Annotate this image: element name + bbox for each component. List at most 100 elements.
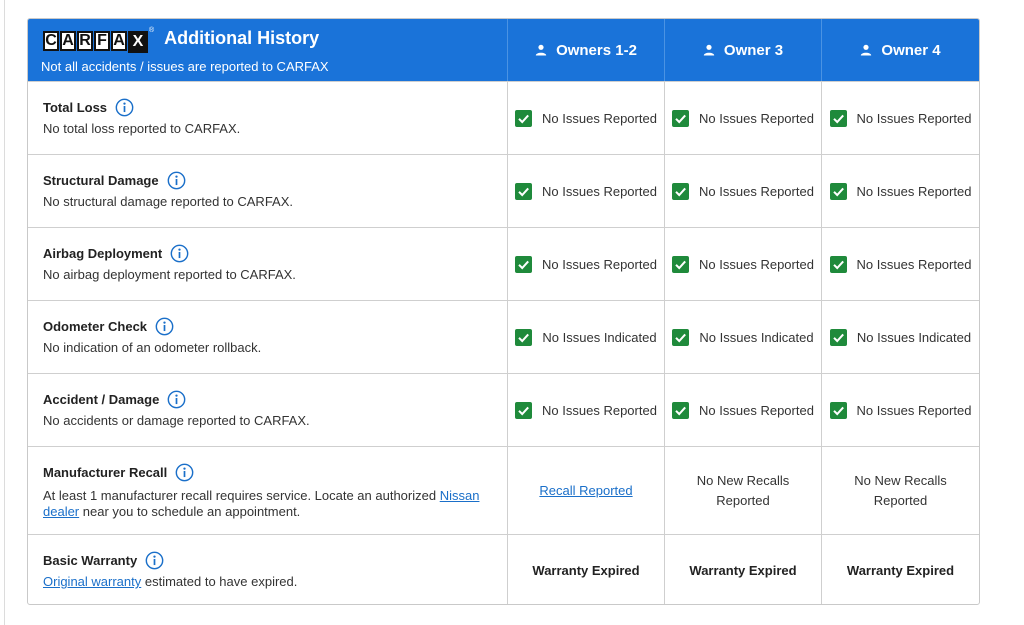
info-icon[interactable] <box>167 390 186 409</box>
recall-reported-link[interactable]: Recall Reported <box>539 483 632 498</box>
row-title-text: Manufacturer Recall <box>43 465 168 480</box>
status-cell: No Issues Reported <box>665 374 822 446</box>
status-cell: No Issues Reported <box>508 228 665 300</box>
row-title: Structural Damage <box>43 171 497 190</box>
row-title-text: Structural Damage <box>43 173 159 188</box>
status-cell: Recall Reported <box>508 447 665 534</box>
status-cell: No Issues Reported <box>822 228 979 300</box>
table-header: C A R F A X ® Additional History Not all… <box>28 19 979 81</box>
logo-letter: A <box>111 30 127 51</box>
status-text: No Issues Reported <box>856 183 972 199</box>
row-description-cell: Odometer Check No indication of an odome… <box>28 301 508 373</box>
row-title: Total Loss <box>43 98 497 117</box>
info-icon[interactable] <box>155 317 174 336</box>
row-title-text: Total Loss <box>43 100 108 115</box>
check-box-icon <box>672 255 690 273</box>
recall-description-suffix: near you to schedule an appointment. <box>79 504 301 519</box>
history-row-manufacturer-recall: Manufacturer Recall At least 1 manufactu… <box>28 446 979 534</box>
status-cell: No Issues Reported <box>508 155 665 227</box>
status-cell: No Issues Reported <box>665 155 822 227</box>
logo-letter: R <box>77 30 93 51</box>
owner-column-header: Owner 4 <box>822 19 979 81</box>
status-cell: No New Recalls Reported <box>665 447 822 534</box>
status-text: No Issues Reported <box>542 402 657 418</box>
row-title: Accident / Damage <box>43 390 497 409</box>
check-box-icon <box>515 255 533 273</box>
info-icon[interactable] <box>170 244 189 263</box>
status-cell: No New Recalls Reported <box>822 447 979 534</box>
status-cell: Warranty Expired <box>508 535 665 604</box>
check-box-icon <box>672 109 690 127</box>
row-description-cell: Airbag Deployment No airbag deployment r… <box>28 228 508 300</box>
row-description-cell: Manufacturer Recall At least 1 manufactu… <box>28 447 508 534</box>
status-text: No Issues Reported <box>699 256 814 272</box>
row-title-text: Odometer Check <box>43 319 148 334</box>
row-title: Basic Warranty <box>43 551 497 570</box>
row-title: Odometer Check <box>43 317 497 336</box>
status-cell: No Issues Indicated <box>508 301 665 373</box>
status-text: No Issues Reported <box>542 110 657 126</box>
row-title-text: Airbag Deployment <box>43 246 163 261</box>
logo-letter: F <box>94 30 110 51</box>
status-cell: No Issues Reported <box>665 82 822 154</box>
header-subtitle: Not all accidents / issues are reported … <box>41 59 329 74</box>
history-row-accident-damage: Accident / Damage No accidents or damage… <box>28 373 979 446</box>
check-box-icon <box>515 182 533 200</box>
row-description: At least 1 manufacturer recall requires … <box>43 488 497 520</box>
status-text: Warranty Expired <box>846 563 955 578</box>
info-icon[interactable] <box>115 98 134 117</box>
row-description: No structural damage reported to CARFAX. <box>43 194 294 209</box>
status-cell: No Issues Reported <box>822 374 979 446</box>
status-text: Warranty Expired <box>532 563 640 578</box>
status-text: No Issues Reported <box>542 183 657 199</box>
history-row-structural-damage: Structural Damage No structural damage r… <box>28 154 979 227</box>
status-text: No Issues Indicated <box>542 329 657 345</box>
status-text: No Issues Reported <box>856 256 972 272</box>
status-text: No Issues Reported <box>542 256 657 272</box>
logo-letter: A <box>60 30 76 51</box>
row-description: No accidents or damage reported to CARFA… <box>43 413 310 428</box>
row-description: Original warranty estimated to have expi… <box>43 574 497 590</box>
logo-trademark: ® <box>149 27 155 34</box>
status-cell: Warranty Expired <box>665 535 822 604</box>
person-icon <box>703 44 715 56</box>
status-text: No Issues Indicated <box>699 329 814 345</box>
status-text: No New Recalls Reported <box>854 472 947 508</box>
status-text: No Issues Reported <box>856 402 972 418</box>
check-box-icon <box>672 401 690 419</box>
history-row-odometer-check: Odometer Check No indication of an odome… <box>28 300 979 373</box>
status-cell: Warranty Expired <box>822 535 979 604</box>
status-cell: No Issues Reported <box>665 228 822 300</box>
check-box-icon <box>672 182 690 200</box>
info-icon[interactable] <box>175 463 194 482</box>
check-box-icon <box>672 328 690 346</box>
status-cell: No Issues Reported <box>822 82 979 154</box>
original-warranty-link[interactable]: Original warranty <box>43 574 141 589</box>
warranty-description-text: estimated to have expired. <box>141 574 298 589</box>
check-box-icon <box>515 401 533 419</box>
row-title-text: Basic Warranty <box>43 553 138 568</box>
info-icon[interactable] <box>145 551 164 570</box>
check-box-icon <box>829 255 847 273</box>
owner-label: Owners 1-2 <box>556 41 637 59</box>
header-brand-cell: C A R F A X ® Additional History Not all… <box>28 19 508 81</box>
brand: C A R F A X ® Additional History <box>43 27 507 53</box>
info-icon[interactable] <box>167 171 186 190</box>
status-cell: No Issues Reported <box>822 155 979 227</box>
status-text: No Issues Indicated <box>856 329 972 345</box>
status-cell: No Issues Reported <box>508 82 665 154</box>
additional-history-table: C A R F A X ® Additional History Not all… <box>27 18 980 605</box>
logo-letter-x: X <box>128 31 148 53</box>
page-left-border <box>4 0 5 625</box>
status-text: No New Recalls Reported <box>696 472 790 508</box>
row-title: Airbag Deployment <box>43 244 497 263</box>
owner-label: Owner 3 <box>723 41 784 59</box>
status-text: No Issues Reported <box>856 110 972 126</box>
carfax-logo: C A R F A X ® <box>43 27 155 53</box>
check-box-icon <box>829 401 847 419</box>
row-description-cell: Basic Warranty Original warranty estimat… <box>28 535 508 604</box>
person-icon <box>535 44 547 56</box>
row-description-cell: Accident / Damage No accidents or damage… <box>28 374 508 446</box>
status-text: Warranty Expired <box>689 563 797 578</box>
row-description: No indication of an odometer rollback. <box>43 340 262 355</box>
